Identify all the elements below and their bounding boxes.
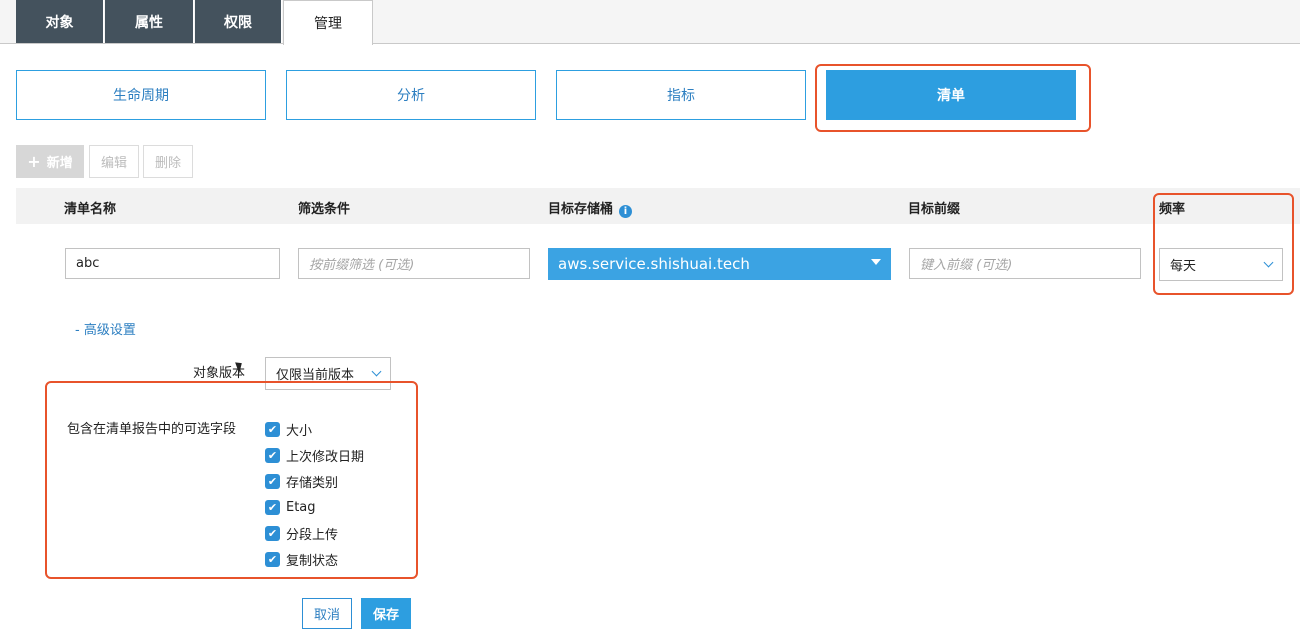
table-header-row xyxy=(16,188,1300,224)
cancel-button[interactable]: 取消 xyxy=(302,598,352,629)
object-version-value: 仅限当前版本 xyxy=(276,368,355,383)
add-button[interactable]: + 新增 xyxy=(16,145,84,178)
header-name: 清单名称 xyxy=(64,202,117,217)
object-version-select[interactable]: 仅限当前版本 xyxy=(265,357,391,390)
bucket-select[interactable]: aws.service.shishuai.tech xyxy=(548,248,891,280)
field-last-modified-checkbox[interactable]: ✔ 上次修改日期 xyxy=(265,445,364,465)
edit-button[interactable]: 编辑 xyxy=(89,145,139,178)
field-label: 存储类别 xyxy=(286,475,339,491)
header-filter: 筛选条件 xyxy=(298,202,351,217)
tab-object[interactable]: 对象 xyxy=(16,0,104,43)
field-label: 复制状态 xyxy=(286,553,339,569)
field-etag-checkbox[interactable]: ✔ Etag xyxy=(265,497,316,517)
inventory-name-input[interactable]: abc xyxy=(65,248,280,279)
field-storage-class-checkbox[interactable]: ✔ 存储类别 xyxy=(265,471,338,491)
highlight-optional-fields xyxy=(45,381,418,579)
header-bucket-label: 目标存储桶 xyxy=(548,202,614,217)
checkbox-checked-icon: ✔ xyxy=(265,447,280,463)
tab-metrics[interactable]: 指标 xyxy=(556,70,806,120)
field-size-checkbox[interactable]: ✔ 大小 xyxy=(265,419,312,439)
header-bucket: 目标存储桶 i xyxy=(548,198,633,218)
frequency-select[interactable]: 每天 xyxy=(1159,248,1283,281)
tab-management[interactable]: 管理 xyxy=(283,0,373,45)
tab-properties[interactable]: 属性 xyxy=(105,0,194,43)
delete-button[interactable]: 删除 xyxy=(143,145,193,178)
field-multipart-checkbox[interactable]: ✔ 分段上传 xyxy=(265,523,338,543)
header-frequency: 频率 xyxy=(1159,202,1186,217)
checkbox-checked-icon: ✔ xyxy=(265,499,280,515)
add-button-label: 新增 xyxy=(46,156,73,171)
advanced-settings-toggle[interactable]: - 高级设置 xyxy=(75,319,136,338)
filter-input[interactable]: 按前缀筛选 (可选) xyxy=(298,248,530,279)
plus-icon: + xyxy=(27,152,41,171)
checkbox-checked-icon: ✔ xyxy=(265,421,280,437)
tab-analytics[interactable]: 分析 xyxy=(286,70,536,120)
tab-permissions[interactable]: 权限 xyxy=(195,0,282,43)
info-icon[interactable]: i xyxy=(619,205,633,218)
field-label: Etag xyxy=(286,499,316,515)
checkbox-checked-icon: ✔ xyxy=(265,473,280,489)
header-prefix: 目标前缀 xyxy=(908,202,961,217)
field-replication-checkbox[interactable]: ✔ 复制状态 xyxy=(265,549,338,569)
tab-lifecycle[interactable]: 生命周期 xyxy=(16,70,266,120)
chevron-down-icon xyxy=(371,366,382,377)
field-label: 分段上传 xyxy=(286,527,339,543)
checkbox-checked-icon: ✔ xyxy=(265,551,280,567)
checkbox-checked-icon: ✔ xyxy=(265,525,280,541)
save-button[interactable]: 保存 xyxy=(361,598,411,629)
field-label: 上次修改日期 xyxy=(286,449,365,465)
chevron-down-icon xyxy=(1263,257,1274,268)
frequency-select-value: 每天 xyxy=(1170,259,1197,274)
caret-down-icon xyxy=(871,259,881,265)
bucket-select-value: aws.service.shishuai.tech xyxy=(558,255,750,273)
optional-fields-label: 包含在清单报告中的可选字段 xyxy=(67,422,237,437)
tab-inventory[interactable]: 清单 xyxy=(826,70,1076,120)
prefix-input[interactable]: 键入前缀 (可选) xyxy=(909,248,1141,279)
field-label: 大小 xyxy=(286,423,313,439)
